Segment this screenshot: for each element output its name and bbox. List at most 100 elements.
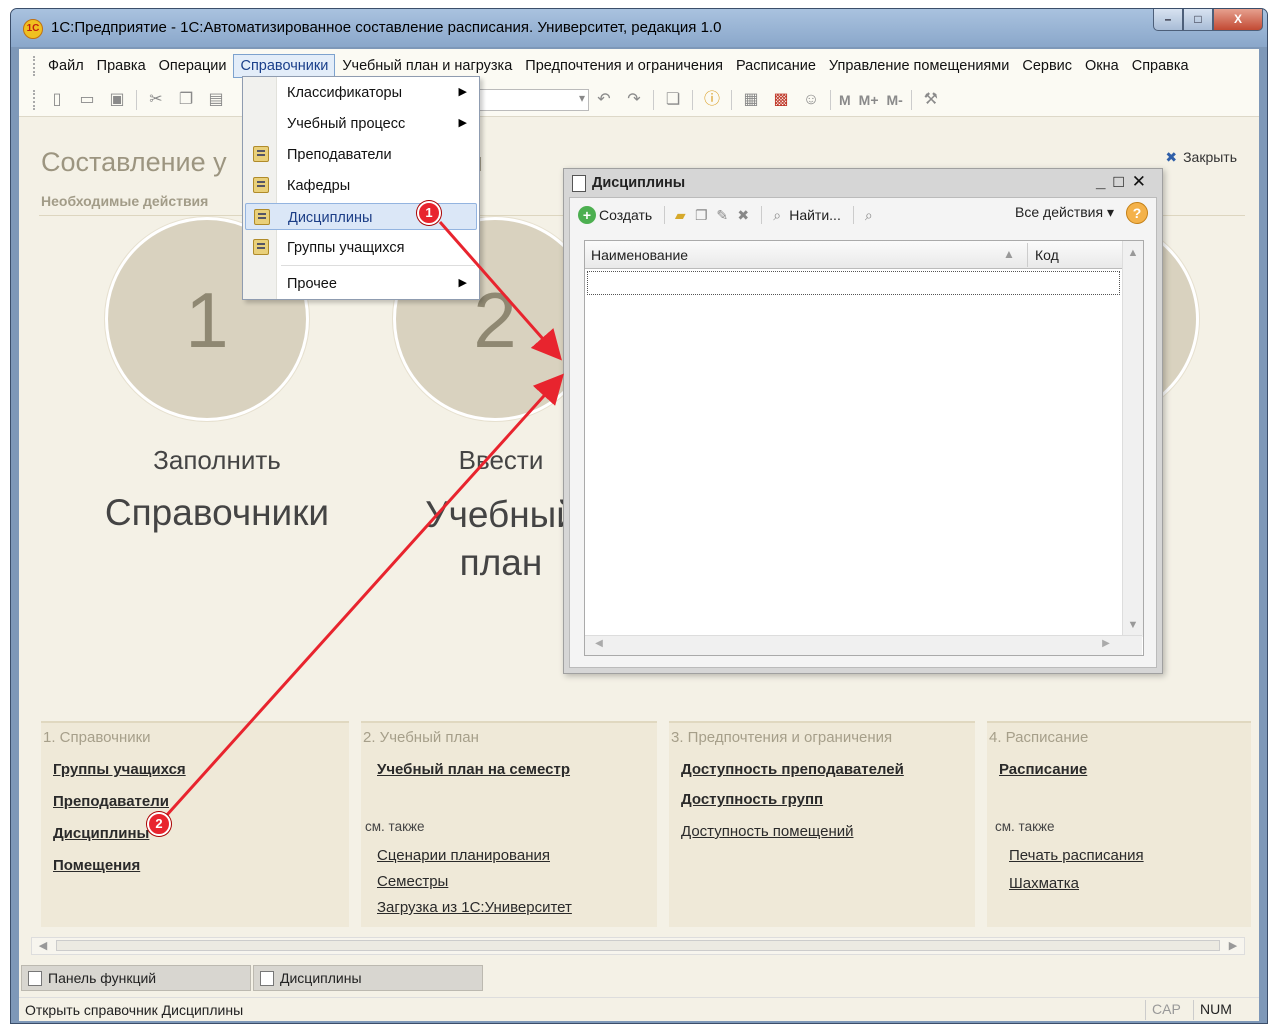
link-teacher-availability[interactable]: Доступность преподавателей bbox=[681, 761, 904, 778]
panel-title: 3. Предпочтения и ограничения bbox=[671, 729, 893, 746]
scroll-left-icon[interactable]: ◀ bbox=[591, 638, 607, 649]
toolbar-grip bbox=[33, 89, 36, 110]
panel-catalogs: 1. Справочники Группы учащихся Преподава… bbox=[41, 721, 349, 927]
column-divider[interactable] bbox=[1027, 243, 1028, 267]
toolbar-separator bbox=[653, 89, 654, 110]
step-1-verb: Заполнить bbox=[153, 445, 281, 475]
menu-windows[interactable]: Окна bbox=[1079, 55, 1125, 77]
minimize-button[interactable]: – bbox=[1153, 9, 1183, 31]
cancel-search-icon[interactable]: ⌕ bbox=[860, 206, 878, 224]
add-folder-icon[interactable]: ▰ bbox=[671, 206, 689, 224]
link-group-availability[interactable]: Доступность групп bbox=[681, 791, 823, 808]
menu-item-departments[interactable]: Кафедры bbox=[245, 172, 477, 199]
memory-plus-button[interactable]: M+ bbox=[859, 92, 879, 108]
menu-curriculum[interactable]: Учебный план и нагрузка bbox=[336, 55, 518, 77]
link-student-groups[interactable]: Группы учащихся bbox=[53, 761, 186, 778]
save-icon[interactable]: ▣ bbox=[106, 89, 128, 111]
calculator-icon[interactable]: ▦ bbox=[740, 89, 762, 111]
panel-title: 1. Справочники bbox=[43, 729, 151, 746]
menu-item-label: Дисциплины bbox=[288, 210, 373, 226]
list-row-focus[interactable] bbox=[587, 271, 1120, 295]
menu-item-other[interactable]: Прочее ▶ bbox=[245, 270, 477, 297]
menu-item-student-groups[interactable]: Группы учащихся bbox=[245, 234, 477, 261]
memory-minus-button[interactable]: M- bbox=[887, 92, 903, 108]
menu-item-disciplines[interactable]: Дисциплины bbox=[245, 203, 477, 230]
link-scenarios[interactable]: Сценарии планирования bbox=[377, 847, 550, 864]
scroll-down-icon[interactable]: ▼ bbox=[1123, 615, 1143, 635]
memory-button[interactable]: M bbox=[839, 92, 851, 108]
new-document-icon[interactable]: ▯ bbox=[46, 89, 68, 111]
menu-service[interactable]: Сервис bbox=[1016, 55, 1078, 77]
menu-bar: Файл Правка Операции Справочники Учебный… bbox=[19, 49, 1259, 83]
link-import-university[interactable]: Загрузка из 1С:Университет bbox=[377, 899, 572, 916]
menu-file[interactable]: Файл bbox=[42, 55, 90, 77]
task-label: Дисциплины bbox=[280, 970, 362, 986]
calendar-icon[interactable]: ▩ bbox=[770, 89, 792, 111]
cut-icon[interactable]: ✂ bbox=[145, 89, 167, 111]
app-logo-icon: 1С bbox=[23, 19, 43, 39]
open-folder-icon[interactable]: ▭ bbox=[76, 89, 98, 111]
tools-icon[interactable]: ⚒ bbox=[920, 89, 942, 111]
scroll-right-icon[interactable]: ▶ bbox=[1098, 638, 1114, 649]
list-horizontal-scrollbar[interactable]: ◀ ▶ bbox=[585, 635, 1142, 655]
toolbar-search-combo[interactable] bbox=[471, 88, 589, 111]
scroll-right-icon[interactable]: ▶ bbox=[1224, 938, 1242, 954]
link-rooms[interactable]: Помещения bbox=[53, 857, 140, 874]
title-bar[interactable]: 1С 1С:Предприятие - 1С:Автоматизированно… bbox=[11, 9, 1267, 47]
create-button[interactable]: + Создать bbox=[578, 206, 652, 224]
caps-indicator: CAP bbox=[1145, 1000, 1187, 1020]
maximize-button[interactable]: □ bbox=[1183, 9, 1213, 31]
users-icon[interactable]: ☺ bbox=[800, 89, 822, 111]
column-name-header[interactable]: Наименование bbox=[591, 247, 688, 263]
task-disciplines[interactable]: Дисциплины bbox=[253, 965, 483, 991]
menu-item-classifiers[interactable]: Классификаторы ▶ bbox=[245, 79, 477, 106]
menu-item-teachers[interactable]: Преподаватели bbox=[245, 141, 477, 168]
find-button[interactable]: ⌕ Найти... bbox=[768, 206, 841, 224]
list-vertical-scrollbar[interactable]: ▲ ▼ bbox=[1122, 241, 1143, 637]
all-actions-button[interactable]: Все действия ▾ bbox=[1015, 204, 1114, 221]
link-schedule[interactable]: Расписание bbox=[999, 761, 1087, 778]
windows-icon[interactable]: ❏ bbox=[662, 89, 684, 111]
paste-icon[interactable]: ▤ bbox=[205, 89, 227, 111]
info-icon[interactable]: ⓘ bbox=[701, 89, 723, 111]
page-horizontal-scrollbar[interactable]: ◀ ▶ bbox=[31, 937, 1245, 955]
window-title: 1С:Предприятие - 1С:Автоматизированное с… bbox=[51, 19, 722, 36]
menu-rooms[interactable]: Управление помещениями bbox=[823, 55, 1015, 77]
link-teachers[interactable]: Преподаватели bbox=[53, 793, 169, 810]
menu-catalogs[interactable]: Справочники bbox=[233, 54, 336, 78]
catalog-icon bbox=[253, 146, 269, 162]
link-room-availability[interactable]: Доступность помещений bbox=[681, 823, 854, 840]
menu-preferences[interactable]: Предпочтения и ограничения bbox=[519, 55, 729, 77]
link-chessboard[interactable]: Шахматка bbox=[1009, 875, 1079, 892]
find-label: Найти... bbox=[789, 207, 841, 223]
disciplines-list[interactable]: Наименование ▲ Код ▲ ▼ ◀ ▶ bbox=[584, 240, 1144, 656]
link-semesters[interactable]: Семестры bbox=[377, 873, 448, 890]
close-page-link[interactable]: ✖ Закрыть bbox=[1165, 149, 1237, 166]
annotation-marker-2: 2 bbox=[147, 812, 171, 836]
column-code-header[interactable]: Код bbox=[1035, 247, 1059, 263]
close-window-button[interactable]: X bbox=[1213, 9, 1263, 31]
menu-operations[interactable]: Операции bbox=[153, 55, 233, 77]
help-icon[interactable]: ? bbox=[1126, 202, 1148, 224]
subwindow-controls[interactable]: _□✕ bbox=[1096, 172, 1154, 192]
copy-icon[interactable]: ❐ bbox=[692, 206, 710, 224]
menu-schedule[interactable]: Расписание bbox=[730, 55, 822, 77]
edit-icon[interactable]: ✎ bbox=[713, 206, 731, 224]
window-controls: – □ X bbox=[1153, 9, 1263, 31]
link-disciplines[interactable]: Дисциплины bbox=[53, 825, 149, 842]
menu-help[interactable]: Справка bbox=[1126, 55, 1195, 77]
copy-icon[interactable]: ❐ bbox=[175, 89, 197, 111]
task-functions-panel[interactable]: Панель функций bbox=[21, 965, 251, 991]
delete-icon[interactable]: ✖ bbox=[734, 206, 752, 224]
link-semester-plan[interactable]: Учебный план на семестр bbox=[377, 761, 570, 778]
menu-item-education-process[interactable]: Учебный процесс ▶ bbox=[245, 110, 477, 137]
scroll-left-icon[interactable]: ◀ bbox=[34, 938, 52, 954]
forward-icon[interactable]: ↷ bbox=[623, 89, 645, 111]
create-label: Создать bbox=[599, 207, 653, 223]
catalog-icon bbox=[253, 239, 269, 255]
link-print-schedule[interactable]: Печать расписания bbox=[1009, 847, 1144, 864]
scroll-up-icon[interactable]: ▲ bbox=[1123, 243, 1143, 263]
menu-edit[interactable]: Правка bbox=[91, 55, 152, 77]
back-icon[interactable]: ↶ bbox=[593, 89, 615, 111]
scroll-thumb[interactable] bbox=[56, 940, 1220, 951]
